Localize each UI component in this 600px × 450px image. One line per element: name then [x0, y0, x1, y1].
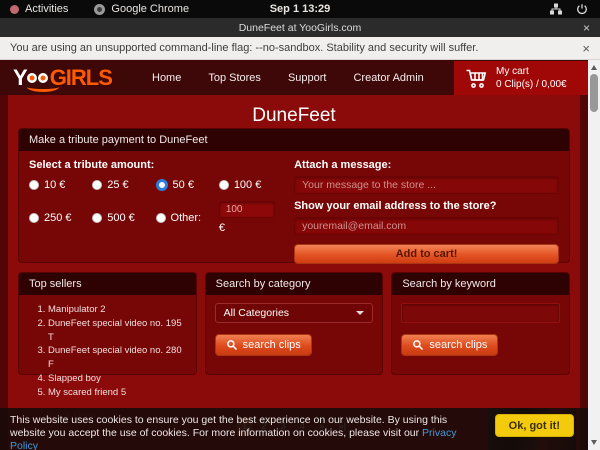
infobar-close-icon[interactable]: ×: [582, 41, 590, 56]
search-keyword-header: Search by keyword: [392, 273, 569, 295]
search-clips-label: search clips: [429, 339, 487, 351]
site-header: Y GIRLS Home Top Stores Support Creator …: [0, 60, 588, 95]
amount-option-50[interactable]: 50 €: [156, 179, 215, 191]
amount-option-500[interactable]: 500 €: [92, 201, 151, 234]
amount-option-label: 250 €: [44, 212, 72, 224]
amount-option-label: Other:: [171, 212, 202, 224]
message-input[interactable]: [294, 176, 559, 194]
amount-option-label: 500 €: [107, 212, 135, 224]
amount-option-label: 50 €: [173, 179, 194, 191]
search-icon: [226, 339, 238, 351]
email-input[interactable]: [294, 217, 559, 235]
window-titlebar[interactable]: DuneFeet at YooGirls.com ×: [0, 18, 600, 37]
radio-icon[interactable]: [29, 213, 39, 223]
list-item[interactable]: Manipulator 2: [48, 303, 187, 317]
scroll-down-icon[interactable]: [591, 440, 597, 445]
power-icon[interactable]: [576, 3, 588, 15]
radio-icon[interactable]: [219, 180, 229, 190]
radio-icon[interactable]: [29, 180, 39, 190]
amount-option-label: 10 €: [44, 179, 65, 191]
network-tree-icon[interactable]: [550, 3, 562, 15]
search-category-header: Search by category: [206, 273, 383, 295]
keyword-input[interactable]: [401, 303, 560, 323]
amount-options: 10 € 25 € 50 €: [29, 179, 278, 234]
window-title: DuneFeet at YooGirls.com: [239, 22, 362, 34]
amount-option-10[interactable]: 10 €: [29, 179, 88, 191]
scroll-up-icon[interactable]: [591, 65, 597, 70]
cart-summary: 0 Clip(s) / 0,00€: [496, 78, 567, 91]
cookie-accept-button[interactable]: Ok, got it!: [495, 414, 574, 437]
search-clips-button[interactable]: search clips: [401, 334, 498, 356]
top-sellers-list: Manipulator 2 DuneFeet special video no.…: [28, 303, 187, 399]
search-keyword-panel: Search by keyword search clips: [391, 272, 570, 375]
list-item[interactable]: Slapped boy: [48, 372, 187, 386]
nav-top-stores[interactable]: Top Stores: [208, 72, 261, 84]
search-category-panel: Search by category All Categories search…: [205, 272, 384, 375]
tribute-panel: Make a tribute payment to DuneFeet Selec…: [18, 128, 570, 263]
my-cart-button[interactable]: My cart 0 Clip(s) / 0,00€: [454, 61, 588, 95]
logo-letter-y: Y: [13, 65, 27, 91]
radio-icon[interactable]: [156, 213, 166, 223]
web-page: Y GIRLS Home Top Stores Support Creator …: [0, 60, 588, 450]
add-to-cart-button[interactable]: Add to cart!: [294, 244, 559, 264]
chrome-infobar: You are using an unsupported command-lin…: [0, 37, 600, 60]
infobar-message: You are using an unsupported command-lin…: [10, 42, 478, 54]
cart-icon: [464, 66, 488, 90]
amount-option-label: 100 €: [234, 179, 262, 191]
radio-icon[interactable]: [92, 213, 102, 223]
page-scrollbar[interactable]: [588, 60, 600, 450]
window-close-icon[interactable]: ×: [583, 18, 590, 37]
content-container: DuneFeet Make a tribute payment to DuneF…: [8, 95, 580, 450]
cookie-message: This website uses cookies to ensure you …: [10, 414, 447, 439]
site-logo[interactable]: Y GIRLS: [13, 63, 112, 93]
nav-home[interactable]: Home: [152, 72, 181, 84]
category-selected-value: All Categories: [224, 307, 289, 319]
logo-smile-icon: [27, 82, 59, 92]
amount-option-label: 25 €: [107, 179, 128, 191]
top-sellers-header: Top sellers: [19, 273, 196, 295]
nav-creator-admin[interactable]: Creator Admin: [353, 72, 423, 84]
amount-option-25[interactable]: 25 €: [92, 179, 151, 191]
logo-girls-text: GIRLS: [50, 65, 112, 91]
other-amount-input[interactable]: [219, 201, 275, 218]
amount-label: Select a tribute amount:: [29, 159, 278, 171]
clock[interactable]: Sep 1 13:29: [0, 3, 600, 15]
search-icon: [412, 339, 424, 351]
search-clips-button[interactable]: search clips: [215, 334, 312, 356]
currency-suffix: €: [219, 222, 278, 234]
amount-option-250[interactable]: 250 €: [29, 201, 88, 234]
email-label: Show your email address to the store?: [294, 200, 559, 212]
scrollbar-thumb[interactable]: [590, 74, 598, 112]
main-nav: Home Top Stores Support Creator Admin: [152, 60, 424, 95]
page-title: DuneFeet: [8, 95, 580, 127]
message-label: Attach a message:: [294, 159, 559, 171]
category-select[interactable]: All Categories: [215, 303, 374, 323]
search-clips-label: search clips: [243, 339, 301, 351]
cart-label: My cart: [496, 65, 567, 78]
top-sellers-panel: Top sellers Manipulator 2 DuneFeet speci…: [18, 272, 197, 375]
amount-option-other[interactable]: Other:: [156, 201, 215, 234]
cookie-consent-bar: This website uses cookies to ensure you …: [0, 408, 588, 450]
radio-icon[interactable]: [92, 180, 102, 190]
list-item[interactable]: My scared friend 5: [48, 386, 187, 400]
radio-icon[interactable]: [156, 179, 168, 191]
tribute-panel-header: Make a tribute payment to DuneFeet: [19, 129, 569, 151]
nav-support[interactable]: Support: [288, 72, 327, 84]
gnome-top-bar: Activities Google Chrome Sep 1 13:29: [0, 0, 600, 18]
amount-option-100[interactable]: 100 €: [219, 179, 278, 191]
screen: Activities Google Chrome Sep 1 13:29 Dun…: [0, 0, 600, 450]
list-item[interactable]: DuneFeet special video no. 195 T: [48, 317, 187, 345]
list-item[interactable]: DuneFeet special video no. 280 F: [48, 344, 187, 372]
chevron-down-icon: [356, 311, 364, 315]
